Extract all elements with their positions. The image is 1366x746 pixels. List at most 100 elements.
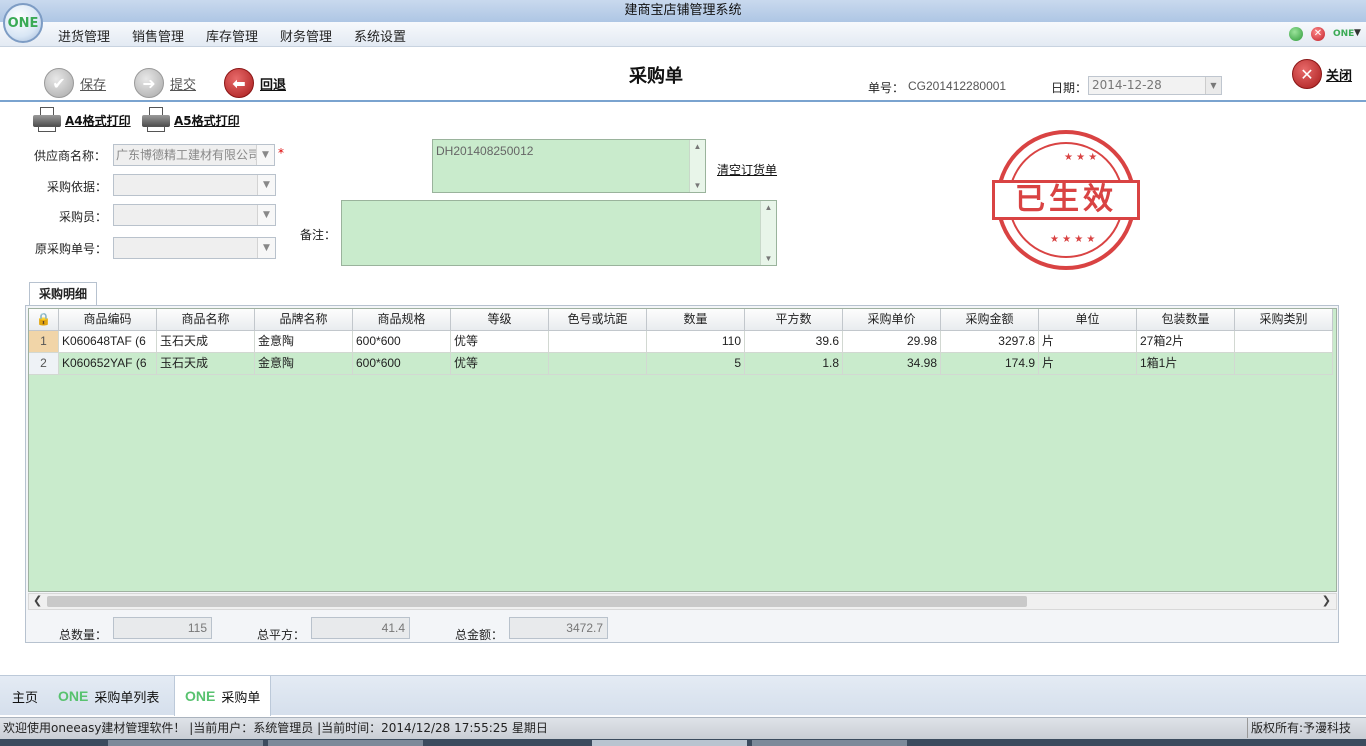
table-row[interactable]: 1 K060648TAF (6 玉石天成 金意陶 600*600 优等 110 …	[29, 331, 1333, 353]
remark-scrollbar[interactable]: ▲ ▼	[760, 201, 776, 265]
basis-label: 采购依据：	[47, 180, 108, 194]
menu-finance[interactable]: 财务管理	[280, 26, 332, 45]
cell-price[interactable]: 34.98	[843, 353, 941, 375]
col-category[interactable]: 采购类别	[1235, 309, 1333, 331]
cell-area[interactable]: 1.8	[745, 353, 843, 375]
chevron-down-icon[interactable]: ▼	[257, 175, 275, 195]
cell-unit[interactable]: 片	[1039, 353, 1137, 375]
col-amount[interactable]: 采购金额	[941, 309, 1039, 331]
date-picker[interactable]: 2014-12-28 ▼	[1088, 76, 1222, 95]
cell-category[interactable]	[1235, 331, 1333, 353]
col-code[interactable]: 商品编码	[59, 309, 157, 331]
row-index[interactable]: 2	[29, 353, 59, 375]
col-grade[interactable]: 等级	[451, 309, 549, 331]
menu-sales[interactable]: 销售管理	[132, 26, 184, 45]
cell-pack[interactable]: 27箱2片	[1137, 331, 1235, 353]
print-a4-button[interactable]: A4格式打印	[32, 107, 131, 133]
row-index[interactable]: 1	[29, 331, 59, 353]
detail-panel: 🔒 商品编码 商品名称 品牌名称 商品规格 等级 色号或坑距 数量 平方数 采购…	[25, 305, 1339, 643]
col-color[interactable]: 色号或坑距	[549, 309, 647, 331]
approved-stamp: ★ ★ ★ 已生效 ★ ★ ★ ★	[992, 130, 1140, 270]
order-ref-textarea[interactable]: DH201408250012 ▲ ▼	[432, 139, 706, 193]
detail-grid[interactable]: 🔒 商品编码 商品名称 品牌名称 商品规格 等级 色号或坑距 数量 平方数 采购…	[28, 308, 1337, 592]
cell-area[interactable]: 39.6	[745, 331, 843, 353]
cell-pack[interactable]: 1箱1片	[1137, 353, 1235, 375]
app-logo[interactable]: ONE	[3, 3, 43, 43]
cell-name[interactable]: 玉石天成	[157, 353, 255, 375]
clear-order-link[interactable]: 清空订货单	[717, 161, 777, 178]
scroll-thumb[interactable]	[47, 596, 1027, 607]
save-button[interactable]: ✔ 保存	[44, 68, 106, 98]
tab-purchase-list[interactable]: ONE 采购单列表	[48, 676, 169, 716]
cell-brand[interactable]: 金意陶	[255, 331, 353, 353]
scroll-right-icon[interactable]: ❯	[1322, 594, 1331, 607]
title-bar: 建商宝店铺管理系统	[0, 0, 1366, 22]
one-logo-icon: ONE	[58, 688, 89, 704]
buyer-label: 采购员：	[59, 210, 108, 224]
close-label: 关闭	[1326, 68, 1353, 84]
col-price[interactable]: 采购单价	[843, 309, 941, 331]
cell-code[interactable]: K060648TAF (6	[59, 331, 157, 353]
menu-settings[interactable]: 系统设置	[354, 26, 406, 45]
close-x-icon: ✕	[1292, 59, 1322, 89]
chevron-down-icon[interactable]: ▼	[257, 238, 275, 258]
cell-spec[interactable]: 600*600	[353, 331, 451, 353]
chevron-down-icon[interactable]: ▼	[256, 145, 274, 165]
col-brand[interactable]: 品牌名称	[255, 309, 353, 331]
cell-spec[interactable]: 600*600	[353, 353, 451, 375]
cell-qty[interactable]: 110	[647, 331, 745, 353]
supplier-select[interactable]: 广东博德精工建材有限公司 ▼	[113, 144, 275, 166]
menu-purchase[interactable]: 进货管理	[58, 26, 110, 45]
print-a5-button[interactable]: A5格式打印	[141, 107, 240, 133]
back-button[interactable]: ⬅ 回退	[224, 68, 286, 98]
lock-icon[interactable]: 🔒	[29, 309, 59, 331]
one-logo-icon: ONE	[185, 688, 216, 704]
cell-grade[interactable]: 优等	[451, 353, 549, 375]
tab-purchase-details[interactable]: 采购明细	[29, 282, 97, 306]
status-bar: 欢迎使用oneeasy建材管理软件！ |当前用户：系统管理员 |当前时间：201…	[0, 717, 1366, 739]
col-pack[interactable]: 包装数量	[1137, 309, 1235, 331]
menu-inventory[interactable]: 库存管理	[206, 26, 258, 45]
save-check-icon: ✔	[44, 68, 74, 98]
cell-brand[interactable]: 金意陶	[255, 353, 353, 375]
date-dropdown-icon[interactable]: ▼	[1205, 77, 1221, 94]
total-amount-label: 总金额：	[455, 628, 504, 642]
remark-textarea[interactable]: ▲ ▼	[341, 200, 777, 266]
tab-purchase-order[interactable]: ONE 采购单	[174, 676, 272, 716]
col-name[interactable]: 商品名称	[157, 309, 255, 331]
cell-name[interactable]: 玉石天成	[157, 331, 255, 353]
col-area[interactable]: 平方数	[745, 309, 843, 331]
order-ref-scrollbar[interactable]: ▲ ▼	[689, 140, 705, 192]
orig-order-select[interactable]: ▼	[113, 237, 276, 259]
chevron-down-icon[interactable]: ▼	[257, 205, 275, 225]
table-row[interactable]: 2 K060652YAF (6 玉石天成 金意陶 600*600 优等 5 1.…	[29, 353, 1333, 375]
col-qty[interactable]: 数量	[647, 309, 745, 331]
close-button[interactable]: ✕ 关闭	[1292, 59, 1352, 89]
scroll-left-icon[interactable]: ❮	[33, 594, 42, 607]
total-amount-value: 3472.7	[509, 617, 608, 639]
buyer-select[interactable]: ▼	[113, 204, 276, 226]
chevron-down-icon[interactable]: ▼	[1354, 28, 1361, 38]
basis-select[interactable]: ▼	[113, 174, 276, 196]
cell-code[interactable]: K060652YAF (6	[59, 353, 157, 375]
status-text: 欢迎使用oneeasy建材管理软件！ |当前用户：系统管理员 |当前时间：201…	[3, 721, 548, 735]
restore-icon[interactable]	[1289, 27, 1303, 41]
app-title: 建商宝店铺管理系统	[624, 3, 742, 18]
submit-button[interactable]: ➜ 提交	[134, 68, 196, 98]
cell-category[interactable]	[1235, 353, 1333, 375]
cell-grade[interactable]: 优等	[451, 331, 549, 353]
cell-amount[interactable]: 174.9	[941, 353, 1039, 375]
total-area-label: 总平方：	[257, 628, 306, 642]
cell-color[interactable]	[549, 353, 647, 375]
tab-home[interactable]: 主页	[2, 676, 48, 716]
grid-hscrollbar[interactable]: ❮ ❯	[28, 593, 1337, 610]
cell-qty[interactable]: 5	[647, 353, 745, 375]
cell-price[interactable]: 29.98	[843, 331, 941, 353]
cell-amount[interactable]: 3297.8	[941, 331, 1039, 353]
back-arrow-icon: ⬅	[224, 68, 254, 98]
window-close-icon[interactable]: ✕	[1311, 27, 1325, 41]
col-unit[interactable]: 单位	[1039, 309, 1137, 331]
cell-unit[interactable]: 片	[1039, 331, 1137, 353]
col-spec[interactable]: 商品规格	[353, 309, 451, 331]
cell-color[interactable]	[549, 331, 647, 353]
